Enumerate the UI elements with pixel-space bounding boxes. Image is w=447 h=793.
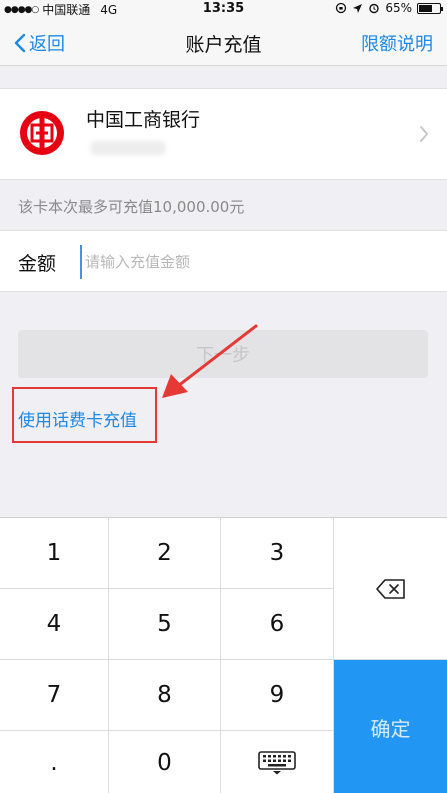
hide-keyboard-button[interactable]: [221, 731, 334, 793]
key-dot[interactable]: .: [0, 731, 109, 793]
key-1[interactable]: 1: [0, 518, 109, 589]
confirm-button[interactable]: 确定: [334, 660, 447, 793]
key-7[interactable]: 7: [0, 660, 109, 731]
recharge-limit-text: 该卡本次最多可充值10,000.00元: [18, 198, 245, 216]
back-label: 返回: [29, 34, 65, 55]
chevron-right-icon: [420, 126, 428, 142]
card-number-redacted: [90, 141, 166, 155]
back-button[interactable]: 返回: [14, 30, 65, 56]
status-right: 65%: [335, 1, 443, 15]
location-icon: [353, 3, 363, 13]
chevron-left-icon: [14, 33, 26, 53]
amount-input[interactable]: [80, 245, 420, 279]
battery-icon: [417, 2, 443, 14]
battery-fill: [419, 4, 432, 12]
keyboard-icon: [258, 750, 296, 774]
key-8[interactable]: 8: [109, 660, 221, 731]
next-step-button[interactable]: 下一步: [18, 330, 428, 378]
key-5[interactable]: 5: [109, 589, 221, 660]
battery-percent: 65%: [385, 1, 412, 15]
key-4[interactable]: 4: [0, 589, 109, 660]
alarm-icon: [369, 3, 380, 14]
key-6[interactable]: 6: [221, 589, 334, 660]
key-9[interactable]: 9: [221, 660, 334, 731]
limit-info-link[interactable]: 限额说明: [361, 30, 433, 56]
amount-row: 金额: [0, 230, 447, 292]
key-3[interactable]: 3: [221, 518, 334, 589]
numeric-keypad: 1 2 3 4 5 6 7 8 9 . 0 确定: [0, 517, 447, 793]
nav-bar: 返回 账户充值 限额说明: [0, 18, 447, 66]
rotation-lock-icon: [336, 2, 347, 14]
amount-label: 金额: [18, 253, 57, 275]
phonecard-recharge-link[interactable]: 使用话费卡充值: [18, 406, 137, 431]
bank-card-selector[interactable]: 中国工商银行: [0, 88, 447, 180]
backspace-icon: [375, 578, 405, 599]
key-2[interactable]: 2: [109, 518, 221, 589]
delete-button[interactable]: [334, 518, 447, 660]
status-bar: ●●●●○ 中国联通 4G 13:35 65%: [0, 0, 447, 18]
bank-name: 中国工商银行: [86, 109, 201, 131]
icbc-logo-icon: [20, 111, 64, 155]
key-0[interactable]: 0: [109, 731, 221, 793]
